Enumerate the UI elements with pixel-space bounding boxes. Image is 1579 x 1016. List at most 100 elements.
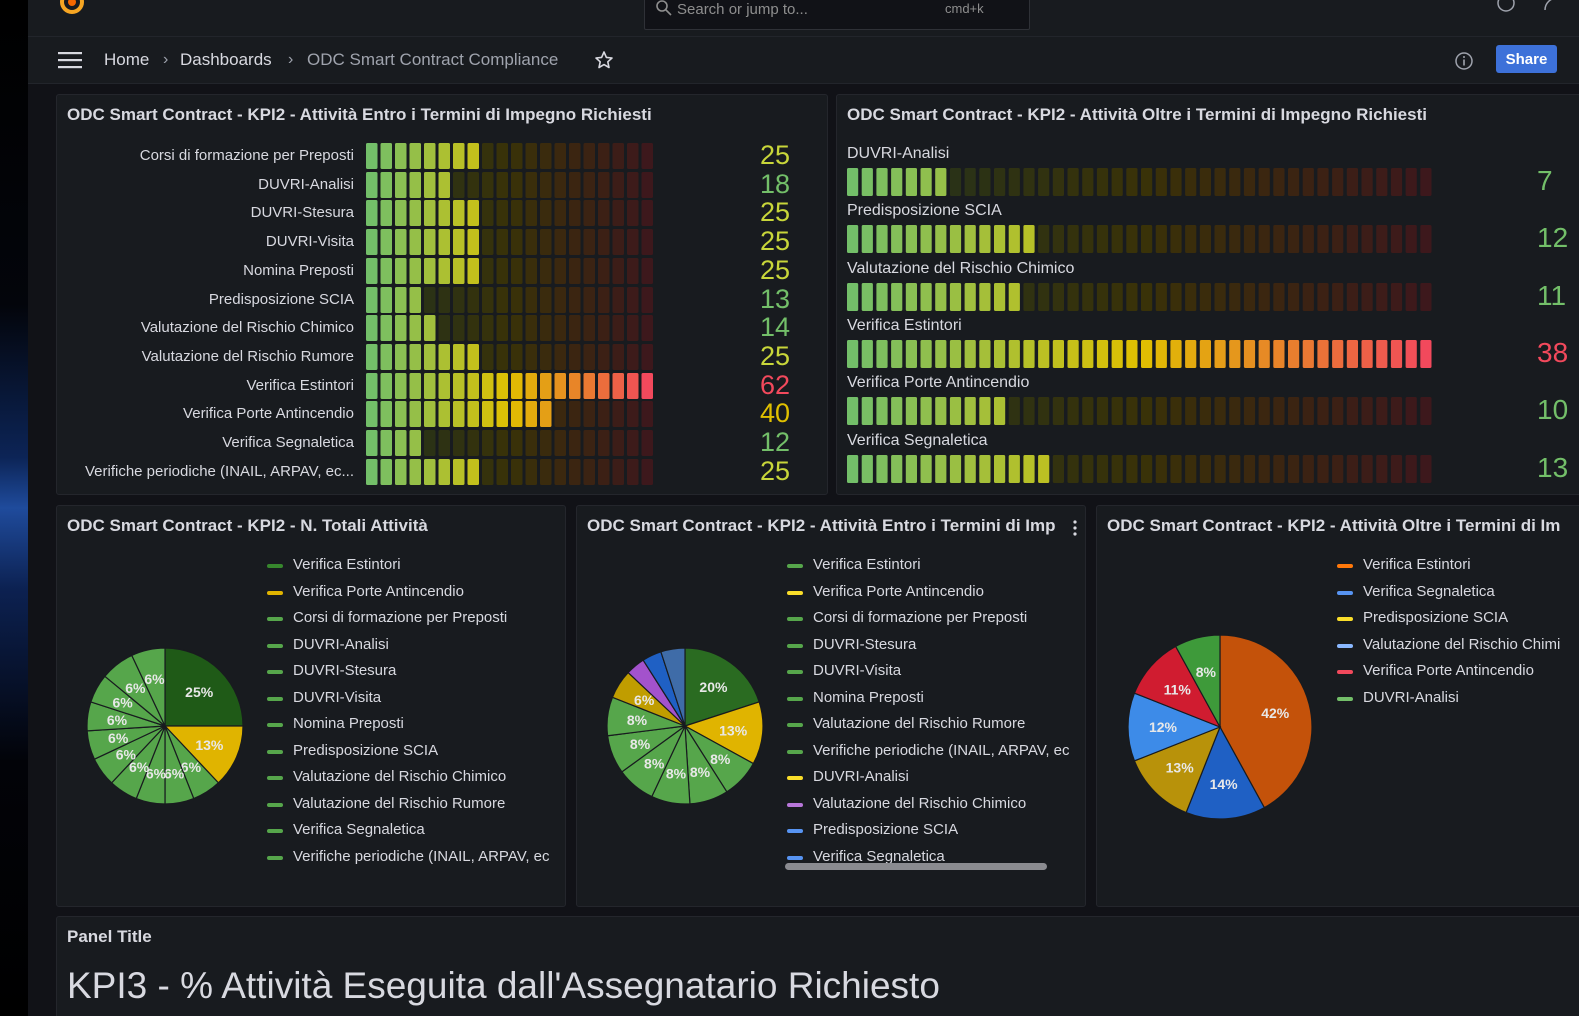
bar-cell-unlit: [1288, 454, 1300, 483]
pie-slice-label: 8%: [627, 712, 648, 728]
bar-cell-lit: [1420, 339, 1432, 368]
bar-cell-lit: [424, 200, 436, 227]
bar-cell-lit: [979, 397, 991, 426]
gauge-row-label: Valutazione del Rischio Rumore: [141, 347, 354, 365]
bar-cell-lit: [598, 372, 610, 399]
bar-cell-unlit: [554, 143, 566, 169]
breadcrumb-separator: ›: [163, 51, 169, 68]
breadcrumb-dashboards[interactable]: Dashboards: [180, 50, 272, 70]
bar-cell-unlit: [554, 343, 566, 370]
bar-cell-lit: [876, 339, 888, 368]
bar-cell-unlit: [627, 200, 639, 227]
legend-label: Verifica Segnaletica: [1363, 582, 1495, 600]
bar-cell-unlit: [525, 343, 537, 370]
bar-cell-lit: [905, 339, 917, 368]
bar-cell-lit: [467, 458, 479, 485]
bar-cell-lit: [1155, 339, 1167, 368]
panel-title[interactable]: Panel Title: [67, 927, 152, 947]
legend-swatch: [267, 564, 283, 568]
pie-slice-label: 8%: [630, 736, 651, 752]
bar-cell-unlit: [627, 343, 639, 370]
bar-cell-lit: [467, 200, 479, 227]
bar-cell-lit: [949, 397, 962, 426]
bar-cell-unlit: [1185, 454, 1197, 483]
menu-icon[interactable]: [58, 51, 82, 69]
bar-cell-unlit: [540, 343, 552, 370]
legend-label: Verifica Segnaletica: [813, 847, 945, 865]
bar-cell-unlit: [482, 458, 494, 485]
panel-title[interactable]: ODC Smart Contract - KPI2 - Attività Olt…: [847, 105, 1427, 125]
bar-cell-lit: [935, 339, 947, 368]
breadcrumb-home[interactable]: Home: [104, 50, 149, 70]
search-input[interactable]: Search or jump to... cmd+k: [644, 0, 1030, 30]
bar-cell-unlit: [482, 257, 494, 284]
bar-cell-lit: [438, 257, 450, 284]
bar-cell-unlit: [496, 229, 508, 256]
bar-cell-lit: [409, 286, 421, 313]
legend-swatch: [267, 643, 283, 648]
legend-swatch: [267, 696, 283, 701]
panel-title[interactable]: ODC Smart Contract - KPI2 - Attività Olt…: [1107, 516, 1560, 536]
gauge-row-value: 11: [1537, 279, 1567, 311]
bar-cell-lit: [1023, 454, 1035, 483]
bar-cell-unlit: [1052, 225, 1064, 254]
bar-cell-unlit: [627, 257, 639, 284]
star-icon[interactable]: [594, 50, 614, 70]
bar-cell-lit: [891, 454, 903, 483]
share-button[interactable]: Share: [1496, 45, 1557, 73]
bar-cell-unlit: [583, 430, 595, 456]
bar-cell-unlit: [511, 286, 523, 313]
bar-cell-unlit: [1332, 454, 1344, 483]
panel-title[interactable]: ODC Smart Contract - KPI2 - Attività Ent…: [587, 516, 1057, 536]
bar-cell-unlit: [1258, 282, 1270, 311]
bar-cell-lit: [424, 401, 436, 428]
bar-cell-unlit: [1199, 397, 1211, 426]
bar-gauge: [366, 458, 653, 485]
panel-kpi3-text: Panel Title KPI3 - % Attività Eseguita d…: [56, 916, 1579, 1016]
news-icon[interactable]: [1541, 0, 1563, 14]
bar-cell-unlit: [1302, 282, 1314, 311]
bar-cell-unlit: [569, 401, 581, 428]
bar-cell-lit: [891, 339, 903, 368]
bar-cell-unlit: [569, 257, 581, 284]
bar-cell-unlit: [1332, 168, 1344, 196]
bar-cell-lit: [409, 257, 421, 284]
gauge-row-value: 40: [760, 398, 791, 429]
bar-cell-lit: [1038, 454, 1050, 483]
bar-cell-unlit: [1405, 168, 1417, 196]
bar-cell-lit: [935, 397, 947, 426]
bar-cell-unlit: [1405, 225, 1417, 254]
gauge-row-label: Nomina Preposti: [243, 261, 354, 279]
bar-cell-lit: [467, 372, 479, 399]
bar-cell-unlit: [1229, 168, 1241, 196]
legend-label: DUVRI-Stesura: [293, 662, 397, 679]
bar-cell-lit: [540, 372, 552, 399]
bar-gauge: [847, 397, 1432, 426]
bar-gauge: [847, 225, 1432, 254]
panel-menu-icon[interactable]: [1066, 516, 1084, 540]
pie-slice-label: 8%: [710, 751, 731, 767]
pie-slice-label: 8%: [1196, 664, 1217, 680]
bar-cell-unlit: [569, 458, 581, 485]
bar-cell-unlit: [1214, 454, 1226, 483]
bar-cell-lit: [424, 372, 436, 399]
legend-scrollbar[interactable]: [785, 863, 1047, 870]
bar-cell-lit: [1332, 339, 1344, 368]
bar-cell-unlit: [1067, 168, 1079, 196]
bar-cell-lit: [409, 200, 421, 227]
bar-cell-unlit: [467, 286, 479, 313]
help-icon[interactable]: [1495, 0, 1517, 14]
bar-cell-unlit: [1243, 282, 1256, 311]
bar-cell-unlit: [1096, 225, 1109, 254]
bar-cell-lit: [1023, 225, 1035, 254]
bar-cell-unlit: [1155, 397, 1167, 426]
legend-swatch: [787, 643, 803, 648]
panel-title[interactable]: ODC Smart Contract - KPI2 - N. Totali At…: [67, 516, 428, 536]
info-icon[interactable]: [1454, 51, 1474, 71]
legend-swatch: [267, 855, 283, 860]
bar-cell-unlit: [598, 286, 610, 313]
bar-cell-unlit: [1317, 282, 1329, 311]
grafana-logo-icon[interactable]: [58, 0, 86, 16]
panel-title[interactable]: ODC Smart Contract - KPI2 - Attività Ent…: [67, 105, 652, 125]
pie-slice-label: 6%: [107, 712, 128, 728]
